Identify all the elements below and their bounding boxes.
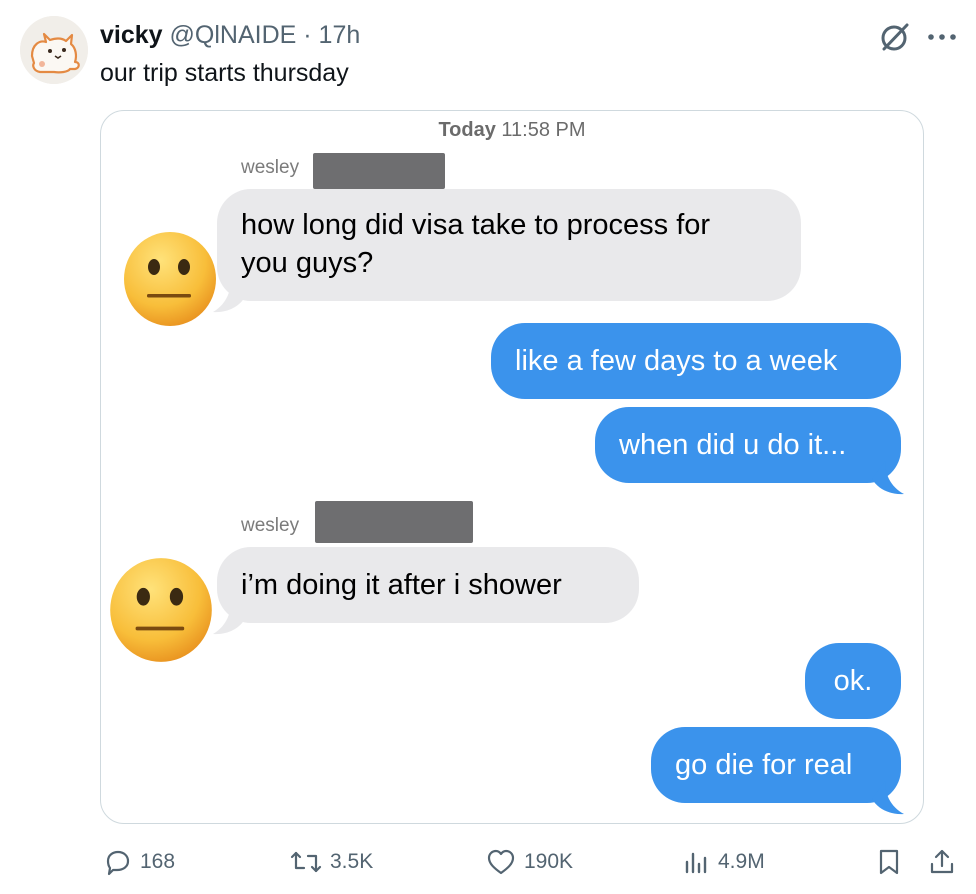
sent-message-bubble: when did u do it... <box>595 407 901 483</box>
like-count: 190K <box>524 850 574 873</box>
separator: · <box>303 21 312 49</box>
views-icon <box>685 852 707 874</box>
display-name[interactable]: vicky <box>100 21 163 49</box>
chat-timestamp-time: 11:58 PM <box>501 119 586 141</box>
bubble-tail <box>213 601 245 635</box>
more-icon[interactable] <box>924 22 960 52</box>
message-text-line: you guys? <box>241 247 374 279</box>
repost-button[interactable]: 3.5K <box>290 838 373 886</box>
reply-icon <box>106 850 130 876</box>
sent-message-bubble: ok. <box>805 643 901 719</box>
bubble-tail <box>872 781 904 815</box>
sender-name: wesley <box>241 515 300 536</box>
timestamp[interactable]: 17h <box>319 21 361 49</box>
bubble-tail <box>213 279 245 313</box>
message-text-line: how long did visa take to process for <box>241 209 711 241</box>
sent-message-bubble: go die for real <box>651 727 901 803</box>
share-icon <box>930 849 954 874</box>
bookmark-icon <box>879 849 899 875</box>
chat-timestamp-day: Today <box>438 119 496 141</box>
received-message-bubble: how long did visa take to process for yo… <box>217 189 801 301</box>
repost-icon <box>290 851 322 873</box>
redaction-bar <box>315 501 473 543</box>
grok-icon[interactable] <box>878 20 912 54</box>
chat-timestamp: Today 11:58 PM <box>101 119 923 142</box>
redaction-bar <box>313 153 445 189</box>
like-button[interactable]: 190K <box>486 838 573 886</box>
received-message-bubble: i’m doing it after i shower <box>217 547 639 623</box>
neutral-face-emoji-icon <box>124 232 216 326</box>
reply-count: 168 <box>140 850 176 873</box>
views-count: 4.9M <box>718 850 765 873</box>
neutral-face-emoji-icon <box>110 558 212 662</box>
tweet-text: our trip starts thursday <box>100 59 349 87</box>
share-button[interactable] <box>928 838 956 886</box>
handle[interactable]: @QlNAIDE <box>170 21 297 49</box>
views-button[interactable]: 4.9M <box>682 838 765 886</box>
avatar[interactable] <box>20 16 88 84</box>
sent-message-bubble: like a few days to a week <box>491 323 901 399</box>
dog-avatar-icon <box>20 16 88 84</box>
reply-button[interactable]: 168 <box>104 838 175 886</box>
like-icon <box>487 849 515 875</box>
tweet-action-bar: 168 3.5K 190K 4.9M <box>0 838 976 886</box>
media-image[interactable]: Today 11:58 PM wesley how long did visa … <box>100 110 924 824</box>
bubble-tail <box>872 461 904 495</box>
tweet-header: vicky @QlNAIDE · 17h <box>100 18 360 52</box>
repost-count: 3.5K <box>330 850 374 873</box>
bookmark-button[interactable] <box>876 838 902 886</box>
sender-name: wesley <box>241 157 300 178</box>
